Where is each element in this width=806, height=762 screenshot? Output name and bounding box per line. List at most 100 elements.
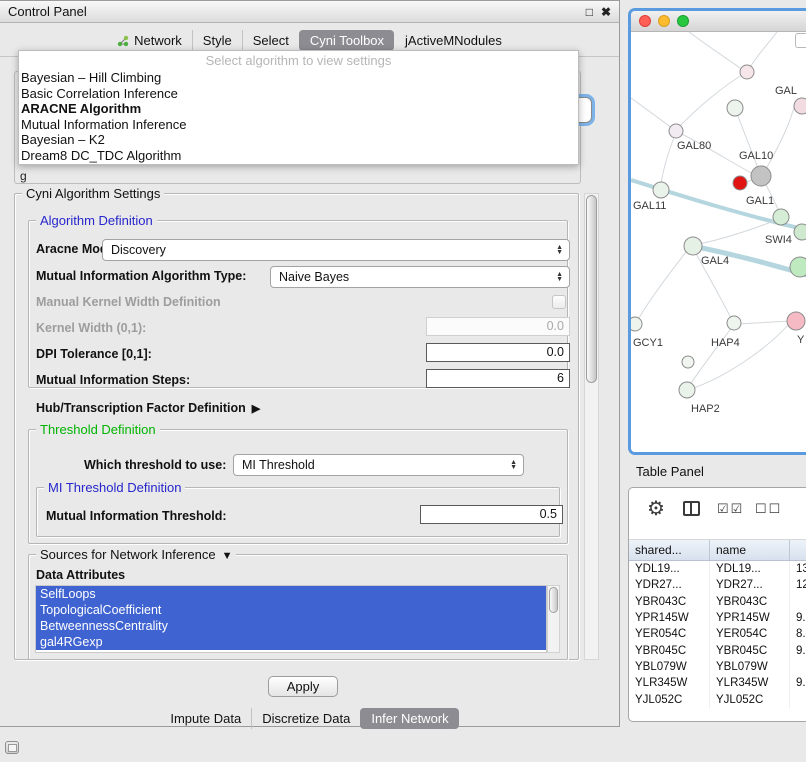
combo-arrows-icon: ▲▼: [510, 460, 523, 470]
attribute-item-selected[interactable]: SelfLoops: [36, 586, 546, 602]
network-node[interactable]: [679, 382, 695, 398]
attribute-item-selected[interactable]: BetweennessCentrality: [36, 618, 546, 634]
tab-label: Cyni Toolbox: [310, 33, 384, 48]
column-header-shared-name[interactable]: shared...: [629, 540, 710, 560]
network-node[interactable]: [787, 312, 805, 330]
network-node-label: HAP2: [691, 403, 720, 415]
dropdown-item[interactable]: Mutual Information Inference: [19, 117, 578, 133]
scrollbar-thumb[interactable]: [586, 195, 597, 383]
network-node[interactable]: [773, 209, 789, 225]
network-node[interactable]: [751, 166, 771, 186]
columns-icon[interactable]: [683, 501, 700, 516]
control-panel-titlebar[interactable]: Control Panel □ ✖: [0, 1, 619, 23]
network-node-label: GAL: [775, 85, 797, 97]
attribute-list-scrollbar[interactable]: [547, 585, 560, 653]
network-window-titlebar[interactable]: [631, 11, 806, 32]
control-panel-title: Control Panel: [8, 4, 87, 19]
column-header-clipped[interactable]: [790, 540, 806, 560]
tab-impute-data[interactable]: Impute Data: [160, 708, 251, 729]
dropdown-item[interactable]: Dream8 DC_TDC Algorithm: [19, 148, 578, 164]
gear-icon[interactable]: ⚙: [647, 496, 665, 521]
mi-type-combo[interactable]: Naive Bayes ▲▼: [270, 266, 570, 288]
data-attributes-label: Data Attributes: [36, 568, 125, 582]
table-cell: YBR045C: [710, 642, 790, 658]
mi-type-label: Mutual Information Algorithm Type:: [36, 269, 246, 283]
table-cell: [790, 594, 806, 610]
tab-discretize-data[interactable]: Discretize Data: [251, 708, 360, 729]
column-header-name[interactable]: name: [710, 540, 790, 560]
network-node[interactable]: [669, 124, 683, 138]
table-cell: YPR145W: [629, 610, 710, 626]
hub-definition-toggle[interactable]: Hub/Transcription Factor Definition▶: [36, 401, 260, 415]
float-window-icon[interactable]: □: [586, 5, 593, 19]
table-cell: YJL052C: [710, 691, 790, 707]
minimize-traffic-light-icon[interactable]: [658, 15, 670, 27]
close-icon[interactable]: ✖: [601, 5, 611, 19]
network-node[interactable]: [684, 237, 702, 255]
restore-panel-icon[interactable]: [5, 741, 19, 754]
network-node[interactable]: [794, 224, 806, 240]
network-edge: [631, 98, 672, 128]
attribute-item-selected[interactable]: TopologicalCoefficient: [36, 602, 546, 618]
which-threshold-combo[interactable]: MI Threshold ▲▼: [233, 454, 524, 476]
table-row[interactable]: YER054CYER054C8.: [629, 626, 806, 642]
network-node[interactable]: [727, 316, 741, 330]
table-row[interactable]: YBL079WYBL079W: [629, 659, 806, 675]
combo-value: MI Threshold: [242, 458, 315, 472]
table-row[interactable]: YPR145WYPR145W9.: [629, 610, 806, 626]
hub-definition-label: Hub/Transcription Factor Definition: [36, 401, 246, 415]
tab-network[interactable]: Network: [107, 30, 192, 51]
network-node[interactable]: [631, 317, 642, 331]
network-canvas[interactable]: GALGAL80GAL10GAL11GAL1SWI4GAL4GCY1HAP4YH…: [631, 32, 806, 452]
table-row[interactable]: YDR27...YDR27...12: [629, 577, 806, 593]
table-toolbar: ⚙ ☑☑ ☐☐: [629, 488, 806, 540]
attribute-item-selected[interactable]: gal4RGexp: [36, 634, 546, 650]
deselect-all-checkboxes-icon[interactable]: ☐☐: [755, 501, 782, 517]
table-row[interactable]: YBR043CYBR043C: [629, 594, 806, 610]
network-view-window: GALGAL80GAL10GAL11GAL1SWI4GAL4GCY1HAP4YH…: [628, 8, 806, 455]
tab-infer-network[interactable]: Infer Network: [360, 708, 458, 729]
tab-cyni-toolbox[interactable]: Cyni Toolbox: [299, 30, 394, 51]
table-cell: YDR27...: [629, 577, 710, 593]
close-traffic-light-icon[interactable]: [639, 15, 651, 27]
tab-jactivemnodules[interactable]: jActiveMNodules: [394, 30, 512, 51]
aracne-mode-combo[interactable]: Discovery ▲▼: [102, 239, 570, 261]
table-cell: YLR345W: [710, 675, 790, 691]
tab-label: Network: [134, 33, 182, 48]
dropdown-item[interactable]: Bayesian – K2: [19, 132, 578, 148]
apply-button[interactable]: Apply: [268, 676, 338, 697]
network-node[interactable]: [682, 356, 694, 368]
dpi-tolerance-field[interactable]: 0.0: [426, 343, 570, 362]
network-node[interactable]: [740, 65, 754, 79]
dropdown-item-selected[interactable]: ARACNE Algorithm: [19, 101, 578, 117]
tab-label: Discretize Data: [262, 711, 350, 726]
network-node-label: GAL11: [633, 200, 666, 212]
table-row[interactable]: YBR045CYBR045C9.: [629, 642, 806, 658]
manual-kernel-checkbox[interactable]: [552, 295, 566, 309]
table-body: YDL19...YDL19...13YDR27...YDR27...12YBR0…: [629, 561, 806, 708]
network-node[interactable]: [727, 100, 743, 116]
settings-scrollbar[interactable]: [584, 193, 599, 660]
dropdown-item[interactable]: Bayesian – Hill Climbing: [19, 70, 578, 86]
table-cell: 13: [790, 561, 806, 577]
table-row[interactable]: YJL052CYJL052C: [629, 691, 806, 707]
network-node[interactable]: [653, 182, 669, 198]
network-node[interactable]: [790, 257, 806, 277]
mi-threshold-field[interactable]: 0.5: [420, 505, 563, 524]
table-row[interactable]: YDL19...YDL19...13: [629, 561, 806, 577]
network-node[interactable]: [733, 176, 747, 190]
dropdown-item[interactable]: Basic Correlation Inference: [19, 86, 578, 102]
combo-value: Naive Bayes: [279, 270, 349, 284]
select-all-checkboxes-icon[interactable]: ☑☑: [717, 501, 744, 517]
kernel-width-field[interactable]: 0.0: [426, 317, 570, 336]
sources-toggle[interactable]: Sources for Network Inference▼: [36, 547, 236, 562]
table-row[interactable]: YLR345WYLR345W9.: [629, 675, 806, 691]
network-icon: [117, 35, 129, 47]
tab-style[interactable]: Style: [192, 30, 242, 51]
zoom-traffic-light-icon[interactable]: [677, 15, 689, 27]
mi-steps-field[interactable]: 6: [426, 369, 570, 388]
tab-select[interactable]: Select: [242, 30, 299, 51]
network-node[interactable]: [794, 98, 806, 114]
birdseye-toggle[interactable]: [795, 33, 806, 48]
scrollbar-thumb[interactable]: [549, 587, 558, 613]
